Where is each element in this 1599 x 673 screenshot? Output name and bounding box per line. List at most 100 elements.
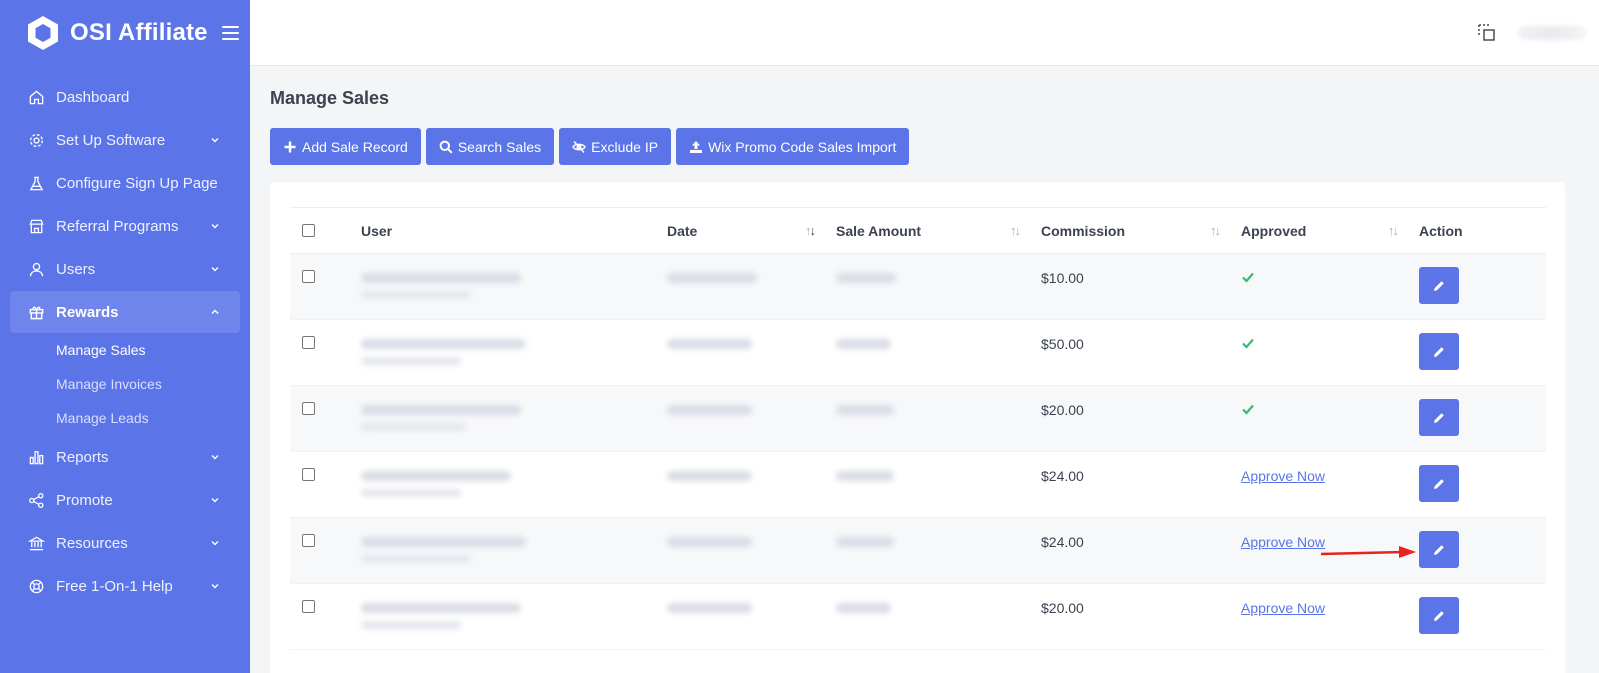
commission-cell: $20.00 (1041, 600, 1084, 616)
pencil-icon (1434, 544, 1444, 555)
edit-button[interactable] (1419, 333, 1459, 370)
pencil-icon (1434, 478, 1444, 489)
home-icon (27, 88, 45, 106)
sidebar-nav: Dashboard Set Up Software Configure Sign… (0, 76, 250, 607)
redacted-user (361, 471, 511, 481)
sidebar-item-referral-programs[interactable]: Referral Programs (10, 205, 240, 247)
user-icon (27, 260, 45, 278)
sidebar-subitem-manage-invoices[interactable]: Manage Invoices (0, 367, 250, 401)
edit-button[interactable] (1419, 465, 1459, 502)
table-row: $20.00 (290, 385, 1546, 452)
chevron-down-icon (210, 264, 220, 274)
table-row: $20.00 Approve Now (290, 584, 1546, 650)
sidebar-item-users[interactable]: Users (10, 248, 240, 290)
sort-icon[interactable]: ↑↓ (1210, 223, 1221, 238)
exclude-ip-button[interactable]: Exclude IP (559, 128, 672, 165)
commission-cell: $10.00 (1041, 270, 1084, 286)
upload-icon (690, 140, 703, 153)
column-header-date[interactable]: Date ↑↓ (667, 208, 836, 254)
topbar (250, 0, 1599, 66)
column-header-sale-amount[interactable]: Sale Amount ↑↓ (836, 208, 1041, 254)
flask-icon (27, 174, 45, 192)
redacted-date (667, 339, 752, 349)
sidebar-item-configure-sign-up-page[interactable]: Configure Sign Up Page (10, 162, 240, 204)
sidebar-item-resources[interactable]: Resources (10, 522, 240, 564)
row-checkbox[interactable] (302, 336, 315, 349)
edit-button[interactable] (1419, 267, 1459, 304)
store-icon (27, 217, 45, 235)
table-row: $10.00 (290, 253, 1546, 320)
sort-icon[interactable]: ↑↓ (1010, 223, 1021, 238)
rewards-subnav: Manage Sales Manage Invoices Manage Lead… (0, 333, 250, 435)
table-row: $50.00 (290, 320, 1546, 386)
chevron-down-icon (210, 581, 220, 591)
redacted-sale-amount (836, 339, 891, 349)
edit-button[interactable] (1419, 531, 1459, 568)
sidebar-item-reports[interactable]: Reports (10, 436, 240, 478)
select-all-cell (290, 208, 361, 254)
search-sales-button[interactable]: Search Sales (425, 128, 555, 165)
redacted-user (361, 537, 526, 547)
toolbar: Add Sale Record Search Sales Exclude IP … (270, 128, 910, 165)
fullscreen-toggle-icon[interactable] (1477, 23, 1497, 43)
redacted-sale-amount (836, 603, 891, 613)
chevron-down-icon (210, 135, 220, 145)
bank-icon (27, 534, 45, 552)
sidebar-item-promote[interactable]: Promote (10, 479, 240, 521)
sidebar-subitem-manage-sales[interactable]: Manage Sales (0, 333, 250, 367)
approved-check-icon (1241, 402, 1255, 419)
redacted-sale-amount (836, 405, 894, 415)
commission-cell: $24.00 (1041, 468, 1084, 484)
sidebar-item-free-help[interactable]: Free 1-On-1 Help (10, 565, 240, 607)
row-checkbox[interactable] (302, 468, 315, 481)
eye-slash-icon (572, 140, 586, 153)
page-title: Manage Sales (270, 88, 390, 108)
add-sale-record-button[interactable]: Add Sale Record (270, 128, 421, 165)
hamburger-menu-icon[interactable] (221, 26, 239, 40)
sidebar-subitem-manage-leads[interactable]: Manage Leads (0, 401, 250, 435)
sales-table: User Date ↑↓ Sale Amount ↑↓ Commission ↑↓ A… (290, 207, 1546, 650)
chevron-down-icon (210, 452, 220, 462)
approve-now-link[interactable]: Approve Now (1241, 468, 1325, 484)
gift-icon (27, 303, 45, 321)
column-header-approved[interactable]: Approved ↑↓ (1241, 208, 1419, 254)
row-checkbox[interactable] (302, 534, 315, 547)
sort-icon[interactable]: ↑↓ (1388, 223, 1399, 238)
main-content: Manage Sales Add Sale Record Search Sale… (250, 66, 1599, 673)
pencil-icon (1434, 412, 1444, 423)
redacted-date (667, 603, 752, 613)
user-menu[interactable] (1518, 26, 1586, 40)
redacted-sale-amount (836, 273, 896, 283)
sales-table-card: User Date ↑↓ Sale Amount ↑↓ Commission ↑↓ A… (270, 182, 1565, 673)
row-checkbox[interactable] (302, 600, 315, 613)
sidebar-item-rewards[interactable]: Rewards (10, 291, 240, 333)
redacted-user (361, 405, 521, 415)
chevron-down-icon (210, 495, 220, 505)
chevron-up-icon (210, 307, 220, 317)
sidebar-item-dashboard[interactable]: Dashboard (10, 76, 240, 118)
sidebar-item-set-up-software[interactable]: Set Up Software (10, 119, 240, 161)
chevron-down-icon (210, 538, 220, 548)
column-header-user: User (361, 222, 393, 239)
redacted-sale-amount (836, 471, 894, 481)
row-checkbox[interactable] (302, 402, 315, 415)
row-checkbox[interactable] (302, 270, 315, 283)
edit-button[interactable] (1419, 399, 1459, 436)
approve-now-link[interactable]: Approve Now (1241, 534, 1325, 550)
sort-icon[interactable]: ↑↓ (805, 223, 816, 238)
wix-promo-import-button[interactable]: Wix Promo Code Sales Import (676, 128, 910, 165)
redacted-date (667, 273, 757, 283)
approve-now-link[interactable]: Approve Now (1241, 600, 1325, 616)
plus-icon (284, 141, 296, 152)
chevron-down-icon (210, 221, 220, 231)
table-row: $24.00 Approve Now (290, 452, 1546, 518)
search-icon (439, 140, 453, 154)
edit-button[interactable] (1419, 597, 1459, 634)
brand: OSI Affiliate (0, 0, 250, 66)
annotation-arrow-icon (1320, 546, 1416, 558)
select-all-checkbox[interactable] (302, 223, 315, 237)
pencil-icon (1434, 346, 1444, 357)
redacted-date (667, 405, 752, 415)
commission-cell: $20.00 (1041, 402, 1084, 418)
column-header-commission[interactable]: Commission ↑↓ (1041, 208, 1241, 254)
